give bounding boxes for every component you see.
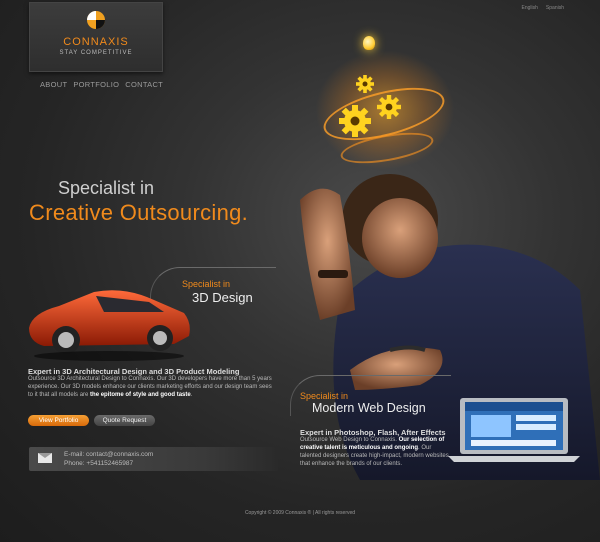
gear-icon: [356, 75, 374, 93]
web-kicker: Specialist in: [300, 391, 349, 401]
web-description: Outsource Web Design to Connaxis. Our se…: [300, 437, 449, 467]
envelope-icon: [38, 453, 52, 463]
red-car-image: [29, 290, 190, 361]
nav-contact[interactable]: CONTACT: [125, 80, 163, 89]
contact-phone: Phone: +541152465987: [64, 460, 134, 467]
language-switcher: English Spanish: [522, 5, 564, 11]
logo-name: CONNAXIS: [63, 36, 129, 48]
logo-mark-icon: [87, 11, 105, 29]
gear-icon: [339, 105, 371, 137]
main-nav: ABOUT PORTFOLIO CONTACT: [40, 80, 163, 89]
quote-request-button[interactable]: Quote Request: [94, 415, 155, 426]
nav-portfolio[interactable]: PORTFOLIO: [73, 80, 119, 89]
nav-about[interactable]: ABOUT: [40, 80, 67, 89]
gear-icon: [377, 95, 401, 119]
design3d-description: Outsource 3D Architectural Design to Con…: [28, 376, 272, 398]
lightbulb-icon: [363, 36, 375, 50]
web-heading: Modern Web Design: [312, 401, 426, 415]
language-english[interactable]: English: [522, 5, 538, 11]
footer-copyright: Copyright © 2009 Connaxis ® | All rights…: [244, 510, 356, 516]
logo[interactable]: CONNAXIS STAY COMPETITIVE: [29, 2, 163, 72]
logo-tagline: STAY COMPETITIVE: [59, 50, 133, 56]
hero-title: Creative Outsourcing.: [29, 200, 249, 225]
page: English Spanish CONNAXIS STAY COMPETITIV…: [0, 0, 600, 542]
laptop-image: [448, 398, 580, 462]
language-spanish[interactable]: Spanish: [546, 5, 564, 11]
view-portfolio-button[interactable]: View Portfolio: [28, 415, 89, 426]
design3d-heading: 3D Design: [192, 290, 253, 305]
hero-subtitle: Specialist in: [58, 178, 155, 198]
contact-bar: E-mail: contact@connaxis.com Phone: +541…: [29, 447, 278, 471]
contact-email[interactable]: E-mail: contact@connaxis.com: [64, 451, 153, 458]
